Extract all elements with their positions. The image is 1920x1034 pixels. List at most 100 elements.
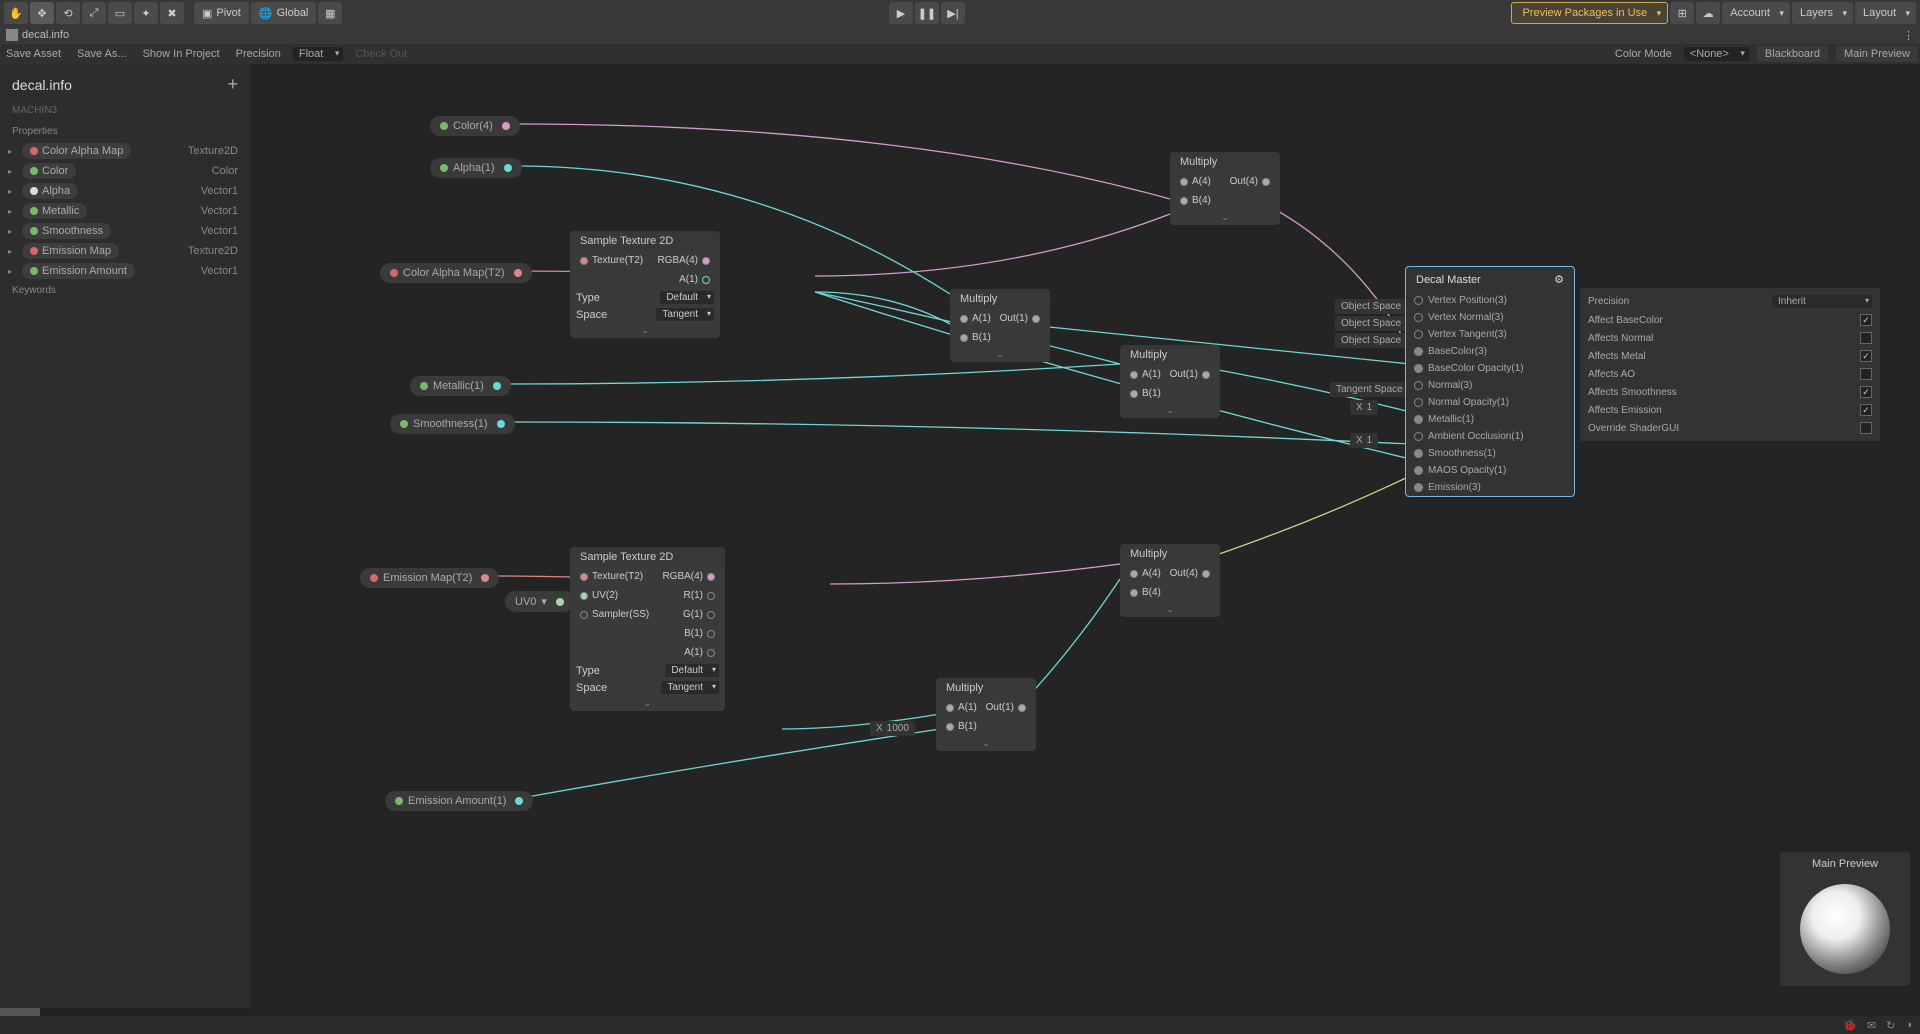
master-input-port[interactable]: Ambient Occlusion(1) — [1406, 428, 1574, 445]
checkbox[interactable]: ✓ — [1860, 314, 1872, 326]
property-row[interactable]: ▸Emission MapTexture2D — [0, 241, 250, 261]
property-node-emissionmap[interactable]: Emission Map(T2) — [360, 568, 499, 588]
node-multiply-1[interactable]: Multiply A(4)Out(4) B(4) ⌄ — [1170, 152, 1280, 225]
global-toggle[interactable]: 🌐 Global — [251, 2, 317, 24]
node-multiply-4[interactable]: Multiply A(4)Out(4) B(4) ⌄ — [1120, 544, 1220, 617]
space-label[interactable]: Object Space — [1335, 333, 1407, 348]
checkbox[interactable]: ✓ — [1860, 386, 1872, 398]
checkbox[interactable] — [1860, 332, 1872, 344]
checkbox[interactable] — [1860, 422, 1872, 434]
status-icon[interactable]: ✉ — [1867, 1019, 1876, 1032]
node-multiply-3[interactable]: Multiply A(1)Out(1) B(1) ⌄ — [1120, 345, 1220, 418]
blackboard-title: decal.info — [12, 77, 72, 93]
pivot-toggle[interactable]: ▣ Pivot — [194, 2, 249, 24]
property-row[interactable]: ▸SmoothnessVector1 — [0, 221, 250, 241]
save-as-button[interactable]: Save As... — [73, 48, 131, 60]
expand-chevron-icon[interactable]: ⌄ — [1170, 210, 1280, 225]
checkbox[interactable]: ✓ — [1860, 350, 1872, 362]
precision-select[interactable]: Inherit — [1772, 295, 1872, 308]
expand-chevron-icon[interactable]: ⌄ — [936, 736, 1036, 751]
cloud-icon[interactable]: ☁ — [1696, 2, 1720, 24]
space-select[interactable]: Tangent — [661, 681, 719, 694]
blackboard-toggle[interactable]: Blackboard — [1757, 46, 1828, 62]
transform-tool-icon[interactable]: ✦ — [134, 2, 158, 24]
master-input-port[interactable]: BaseColor(3) — [1406, 343, 1574, 360]
property-node-uv[interactable]: UV0 ▾ — [505, 591, 574, 612]
property-row[interactable]: ▸MetallicVector1 — [0, 201, 250, 221]
node-multiply-2[interactable]: Multiply A(1)Out(1) B(1) ⌄ — [950, 289, 1050, 362]
space-label[interactable]: Tangent Space — [1330, 382, 1409, 397]
property-node-metallic[interactable]: Metallic(1) — [410, 376, 511, 396]
master-input-port[interactable]: Vertex Tangent(3) — [1406, 326, 1574, 343]
status-icon[interactable]: ↻ — [1886, 1019, 1895, 1032]
main-preview-panel[interactable]: Main Preview — [1780, 852, 1910, 986]
expand-chevron-icon[interactable]: ⌄ — [570, 323, 720, 338]
property-node-coloralphamap[interactable]: Color Alpha Map(T2) — [380, 263, 532, 283]
expand-chevron-icon[interactable]: ⌄ — [1120, 403, 1220, 418]
node-multiply-5[interactable]: Multiply A(1)Out(1) B(1) ⌄ — [936, 678, 1036, 751]
layers-dropdown[interactable]: Layers — [1792, 2, 1853, 24]
property-node-smoothness[interactable]: Smoothness(1) — [390, 414, 515, 434]
status-icon[interactable]: ◑ — [1905, 1019, 1912, 1031]
sidebar-scrollbar[interactable] — [0, 1008, 250, 1016]
expand-chevron-icon[interactable]: ⌄ — [1120, 602, 1220, 617]
node-decal-master[interactable]: Decal Master⚙ Vertex Position(3)Vertex N… — [1405, 266, 1575, 497]
hand-tool-icon[interactable]: ✋ — [4, 2, 28, 24]
settings-gear-icon[interactable]: ⚙ — [1554, 273, 1564, 286]
precision-select[interactable]: Float — [293, 47, 343, 61]
expand-chevron-icon[interactable]: ⌄ — [570, 696, 725, 711]
shader-graph-canvas[interactable]: Color(4) Alpha(1) Color Alpha Map(T2) Me… — [250, 64, 1920, 1016]
vector1-input[interactable]: X1000 — [870, 721, 915, 736]
master-input-port[interactable]: Normal(3) — [1406, 377, 1574, 394]
rect-tool-icon[interactable]: ▭ — [108, 2, 132, 24]
space-select[interactable]: Tangent — [656, 308, 714, 321]
checkbox[interactable] — [1860, 368, 1872, 380]
master-input-port[interactable]: Normal Opacity(1) — [1406, 394, 1574, 411]
main-preview-toggle[interactable]: Main Preview — [1836, 46, 1918, 62]
preview-packages-button[interactable]: Preview Packages in Use — [1511, 2, 1668, 24]
space-label[interactable]: Object Space — [1335, 299, 1407, 314]
master-input-port[interactable]: Smoothness(1) — [1406, 445, 1574, 462]
master-input-port[interactable]: MAOS Opacity(1) — [1406, 462, 1574, 479]
master-input-port[interactable]: Vertex Normal(3) — [1406, 309, 1574, 326]
node-sample-texture-1[interactable]: Sample Texture 2D Texture(T2)RGBA(4) A(1… — [570, 231, 720, 338]
move-tool-icon[interactable]: ✥ — [30, 2, 54, 24]
custom-tool-icon[interactable]: ✖ — [160, 2, 184, 24]
collab-icon[interactable]: ⊞ — [1670, 2, 1694, 24]
space-label[interactable]: Object Space — [1335, 316, 1407, 331]
show-in-project-button[interactable]: Show In Project — [139, 48, 224, 60]
property-node-alpha[interactable]: Alpha(1) — [430, 158, 522, 178]
tab-menu-icon[interactable]: ⋮ — [1903, 29, 1914, 42]
status-icon[interactable]: 🐞 — [1843, 1019, 1857, 1032]
node-sample-texture-2[interactable]: Sample Texture 2D Texture(T2)RGBA(4) UV(… — [570, 547, 725, 711]
document-tab[interactable]: decal.info ⋮ — [0, 26, 1920, 44]
property-node-emissionamount[interactable]: Emission Amount(1) — [385, 791, 533, 811]
settings-row: Affects Smoothness✓ — [1588, 383, 1872, 401]
layout-dropdown[interactable]: Layout — [1855, 2, 1916, 24]
master-input-port[interactable]: BaseColor Opacity(1) — [1406, 360, 1574, 377]
property-row[interactable]: ▸Emission AmountVector1 — [0, 261, 250, 281]
master-input-port[interactable]: Emission(3) — [1406, 479, 1574, 496]
play-button[interactable]: ▶ — [889, 2, 913, 24]
step-button[interactable]: ▶| — [941, 2, 965, 24]
pause-button[interactable]: ❚❚ — [915, 2, 939, 24]
expand-chevron-icon[interactable]: ⌄ — [950, 347, 1050, 362]
master-input-port[interactable]: Vertex Position(3) — [1406, 292, 1574, 309]
color-mode-select[interactable]: <None> — [1684, 47, 1749, 61]
type-select[interactable]: Default — [660, 291, 714, 304]
rotate-tool-icon[interactable]: ⟲ — [56, 2, 80, 24]
type-select[interactable]: Default — [665, 664, 719, 677]
vector1-input[interactable]: X1 — [1350, 433, 1378, 448]
checkbox[interactable]: ✓ — [1860, 404, 1872, 416]
account-dropdown[interactable]: Account — [1722, 2, 1790, 24]
snap-toggle-icon[interactable]: ▦ — [318, 2, 342, 24]
property-row[interactable]: ▸Color Alpha MapTexture2D — [0, 141, 250, 161]
save-asset-button[interactable]: Save Asset — [2, 48, 65, 60]
property-row[interactable]: ▸AlphaVector1 — [0, 181, 250, 201]
property-row[interactable]: ▸ColorColor — [0, 161, 250, 181]
add-property-button[interactable]: + — [227, 74, 238, 95]
vector1-input[interactable]: X1 — [1350, 400, 1378, 415]
master-input-port[interactable]: Metallic(1) — [1406, 411, 1574, 428]
property-node-color[interactable]: Color(4) — [430, 116, 520, 136]
scale-tool-icon[interactable]: ⤢ — [82, 2, 106, 24]
